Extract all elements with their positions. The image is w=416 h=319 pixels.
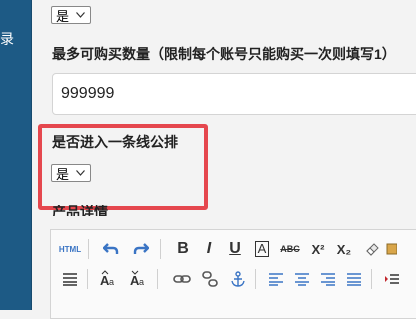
align-center-button[interactable] [291,268,313,290]
align-justify-icon [347,273,361,286]
product-detail-label: 产品详情 [52,205,108,216]
font-size-down-button[interactable]: A a [127,268,149,290]
bold-label: B [177,240,189,257]
underline-label: U [229,240,241,257]
toolbar-divider [88,239,89,259]
link-icon [173,275,191,283]
font-size-up-icon: A a [100,270,114,288]
chevron-down-icon [76,12,85,18]
sidebar-item-label[interactable]: 录 [0,31,14,47]
font-border-button[interactable]: A [251,238,273,260]
redo-button[interactable] [130,238,152,260]
group-line-select-value: 是 [56,166,70,182]
font-size-up-button[interactable]: A a [97,268,119,290]
toolbar-divider [255,269,256,289]
toolbar-divider [160,239,161,259]
more-icon [386,243,397,255]
top-select-value: 是 [56,8,70,24]
redo-icon [133,243,149,254]
anchor-button[interactable] [227,268,249,290]
chevron-down-icon [76,170,85,176]
max-purchase-value: 999999 [61,85,115,102]
more-button[interactable] [385,238,397,260]
superscript-button[interactable]: X² [307,238,329,260]
align-left-button[interactable] [265,268,287,290]
underline-button[interactable]: U [224,238,246,260]
svg-text:a: a [139,277,144,287]
html-source-label: HTML [58,244,82,254]
sidebar: 录 [0,0,32,310]
undo-icon [103,243,119,254]
strikethrough-label: ABC [280,244,300,254]
rich-text-editor: HTML B I U A ABC X² X₂ A a A a [50,229,416,319]
font-size-down-icon: A a [130,270,144,288]
svg-text:a: a [109,277,114,287]
toolbar-divider [371,269,372,289]
superscript-label: X² [311,241,325,257]
unlink-icon [202,271,218,287]
toolbar-divider [87,269,88,289]
toolbar-divider [157,269,158,289]
italic-label: I [206,240,212,257]
editor-toolbar-row-2: A a A a [51,268,416,296]
link-button[interactable] [171,268,193,290]
indent-button[interactable] [381,268,403,290]
eraser-button[interactable] [361,238,383,260]
align-right-icon [321,273,335,286]
anchor-icon [231,271,245,287]
eraser-icon [366,243,379,256]
bold-button[interactable]: B [172,238,194,260]
align-right-button[interactable] [317,268,339,290]
top-select[interactable]: 是 [51,6,91,24]
align-center-icon [295,273,309,286]
italic-button[interactable]: I [198,238,220,260]
html-source-button[interactable]: HTML [57,238,83,260]
editor-toolbar-row-1: HTML B I U A ABC X² X₂ [51,238,416,266]
undo-button[interactable] [100,238,122,260]
align-left-icon [269,273,283,286]
group-line-label: 是否进入一条线公排 [52,134,178,150]
max-purchase-label: 最多可购买数量（限制每个账号只能购买一次则填写1） [52,46,396,62]
font-border-label: A [254,241,270,257]
align-justify-button[interactable] [343,268,365,290]
strikethrough-button[interactable]: ABC [279,238,301,260]
indent-icon [385,274,399,284]
unlink-button[interactable] [199,268,221,290]
subscript-label: X₂ [336,241,352,257]
paragraph-button[interactable] [59,268,81,290]
group-line-select[interactable]: 是 [51,164,91,182]
max-purchase-input[interactable]: 999999 [52,73,416,115]
subscript-button[interactable]: X₂ [333,238,355,260]
paragraph-icon [63,273,77,286]
